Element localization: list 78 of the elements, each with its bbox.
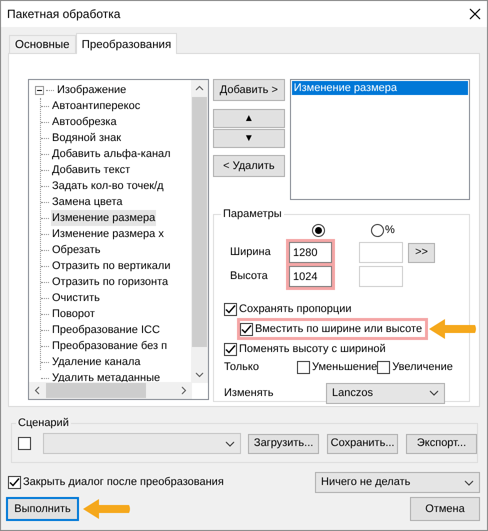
scroll-down-icon[interactable]: [195, 372, 204, 378]
tree-item[interactable]: Замена цвета: [51, 194, 124, 210]
tree-item[interactable]: Изменение размера х: [51, 226, 165, 242]
checkbox-label: Поменять высоту с шириной: [239, 342, 386, 357]
chevron-icon: [464, 480, 474, 486]
checkbox[interactable]: [18, 437, 31, 450]
tree-item[interactable]: Добавить альфа-канал: [51, 146, 172, 162]
tree-item[interactable]: Поворот: [51, 306, 96, 322]
checkbox[interactable]: [8, 476, 21, 489]
arrow-icon: [429, 318, 478, 340]
checkbox[interactable]: [240, 322, 253, 336]
tree-view[interactable]: [28, 79, 209, 400]
scroll-left-icon[interactable]: [34, 386, 40, 395]
radio-button[interactable]: [371, 224, 384, 236]
radio-label: %: [385, 222, 395, 238]
scenario-button[interactable]: Сохранить...: [327, 434, 398, 454]
tree-item[interactable]: Отразить по вертикали: [51, 258, 172, 274]
dropdown-value: Lanczos: [332, 386, 373, 401]
checkbox[interactable]: [297, 360, 310, 374]
tab[interactable]: Основные: [9, 35, 76, 53]
tree-item[interactable]: Изображение: [56, 82, 128, 98]
input-field[interactable]: 1024: [289, 266, 332, 287]
collapse-icon[interactable]: [35, 86, 44, 94]
field-label: Ширина: [230, 245, 272, 260]
tree-item[interactable]: Водяной знак: [51, 130, 122, 146]
group-title: Сценарий: [16, 415, 71, 432]
tree-item[interactable]: Обрезать: [51, 242, 102, 258]
checkbox-label: Уменьшение: [312, 360, 378, 375]
input-field[interactable]: [359, 242, 403, 263]
input-field[interactable]: 1280: [289, 242, 332, 263]
radio-button[interactable]: [312, 224, 325, 236]
close-icon[interactable]: [469, 8, 481, 20]
horizontal-scrollbar[interactable]: [29, 382, 192, 399]
add-button[interactable]: Добавить >: [213, 79, 285, 101]
scenario-button[interactable]: Загрузить...: [248, 434, 320, 454]
checkbox[interactable]: [224, 342, 237, 356]
tree-item[interactable]: Изменение размера: [51, 210, 156, 226]
vertical-scrollbar[interactable]: [191, 80, 208, 383]
move-up-button[interactable]: ▲: [213, 109, 285, 128]
checkbox[interactable]: [224, 302, 237, 316]
dropdown[interactable]: Lanczos: [326, 382, 445, 404]
tree-item[interactable]: Автообрезка: [51, 114, 118, 130]
dropdown[interactable]: Ничего не делать: [315, 472, 480, 493]
tree-item[interactable]: Добавить текст: [51, 162, 132, 178]
scenario-button[interactable]: Экспорт...: [406, 434, 478, 454]
field-label: Только: [224, 360, 260, 375]
field-label: Изменять: [224, 386, 274, 401]
tree-item[interactable]: Автоантиперекос: [51, 98, 142, 114]
window-title: Пакетная обработка: [7, 6, 120, 23]
scroll-up-icon[interactable]: [195, 85, 204, 91]
group-title: Параметры: [221, 206, 284, 222]
tree-item[interactable]: Отразить по горизонта: [51, 274, 170, 290]
chevron-icon: [225, 440, 236, 446]
input-field[interactable]: [359, 266, 403, 287]
cancel-button[interactable]: Отмена: [410, 497, 480, 521]
move-down-button[interactable]: ▼: [213, 129, 285, 148]
list-item[interactable]: Изменение размера: [292, 81, 468, 95]
applied-list[interactable]: Изменение размера: [290, 79, 470, 200]
run-button[interactable]: Выполнить: [6, 497, 79, 521]
dropdown-value: Ничего не делать: [321, 475, 410, 490]
checkbox-label: Закрыть диалог после преобразования: [23, 475, 224, 490]
field-label: Высота: [230, 269, 269, 284]
tree-item[interactable]: Очистить: [51, 290, 101, 306]
checkbox-label: Увеличение: [392, 360, 453, 375]
checkbox-label: Сохранять пропорции: [239, 302, 352, 317]
tree-item[interactable]: Удалить метаданные: [51, 370, 162, 383]
tab[interactable]: Преобразования: [76, 33, 178, 54]
copy-button[interactable]: >>: [408, 242, 435, 262]
scroll-right-icon[interactable]: [181, 386, 187, 395]
checkbox[interactable]: [377, 360, 390, 374]
tree-item[interactable]: Преобразование ICC: [51, 322, 161, 338]
remove-button[interactable]: < Удалить: [213, 155, 285, 177]
tree-item[interactable]: Задать кол-во точек/д: [51, 178, 165, 194]
tree-item[interactable]: Удаление канала: [51, 354, 142, 370]
tree-item[interactable]: Преобразование без п: [51, 338, 168, 354]
checkbox-label: Вместить по ширине или высоте: [255, 322, 422, 337]
chevron-icon: [429, 390, 439, 396]
arrow-icon: [83, 498, 131, 520]
